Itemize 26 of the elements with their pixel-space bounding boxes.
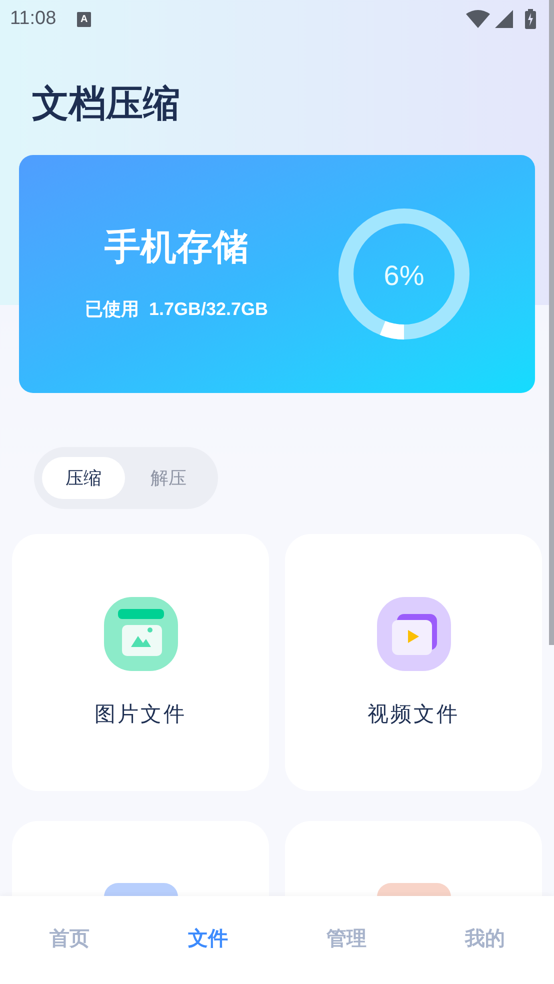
audio-icon xyxy=(376,883,450,897)
category-card[interactable]: 视频文件 xyxy=(285,534,542,791)
image-icon xyxy=(104,597,178,671)
video-icon xyxy=(376,597,450,671)
nav-tab[interactable]: 首页 xyxy=(49,924,90,954)
page-title: 文档压缩 xyxy=(32,82,180,126)
wifi-icon xyxy=(466,10,490,28)
category-card[interactable] xyxy=(285,821,542,897)
storage-title: 手机存储 xyxy=(104,225,248,269)
category-card[interactable]: 图片文件 xyxy=(12,534,269,791)
notification-icon: A xyxy=(77,12,92,26)
nav-tab[interactable]: 我的 xyxy=(464,924,505,954)
mode-tab[interactable]: 解压 xyxy=(127,457,210,499)
status-time: 11:08 xyxy=(10,6,56,31)
nav-tab[interactable]: 文件 xyxy=(188,924,228,954)
nav-tab[interactable]: 管理 xyxy=(326,924,366,954)
signal-icon xyxy=(495,10,513,28)
used-label: 已使用 xyxy=(84,298,139,321)
used-value: 1.7GB/32.7GB xyxy=(148,298,268,321)
category-card[interactable] xyxy=(12,821,269,897)
category-label: 图片文件 xyxy=(94,702,186,728)
battery-icon xyxy=(525,9,536,29)
category-label: 视频文件 xyxy=(368,702,460,728)
document-icon xyxy=(104,883,178,897)
usage-percent: 6% xyxy=(384,258,424,292)
mode-tab[interactable]: 压缩 xyxy=(42,457,125,499)
